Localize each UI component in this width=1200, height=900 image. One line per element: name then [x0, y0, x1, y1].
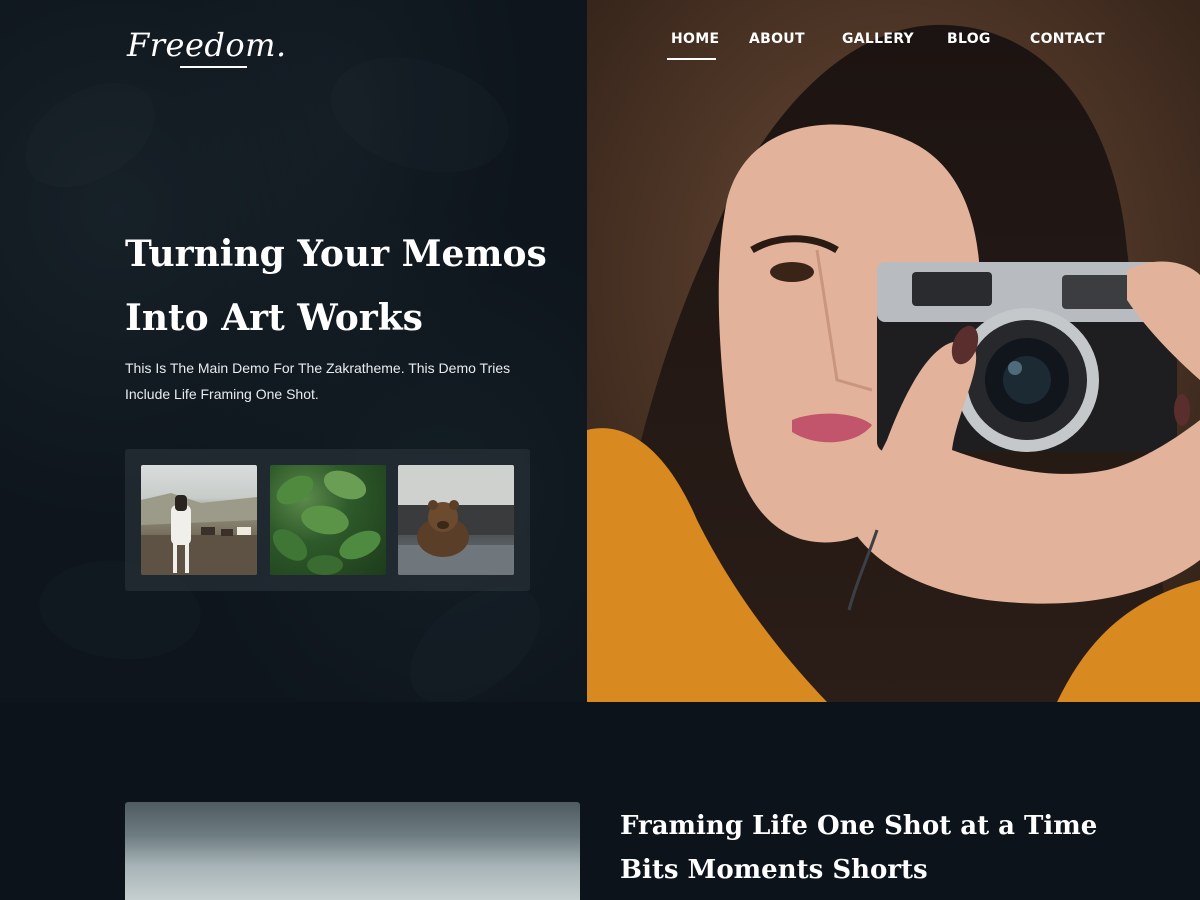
hero-title-line-1: Turning Your Memos — [125, 233, 547, 275]
gallery-thumbnails — [125, 449, 530, 591]
nav-item-contact[interactable]: CONTACT — [1030, 31, 1105, 47]
hero-left-panel — [0, 0, 587, 722]
nav-item-home[interactable]: HOME — [671, 31, 719, 47]
background-leaf — [387, 568, 563, 722]
bear-image — [398, 465, 514, 575]
background-leaf — [8, 68, 172, 202]
hero-title-line-2: Into Art Works — [125, 297, 423, 339]
horse-image — [141, 493, 257, 575]
about-title: Framing Life One Shot at a Time Bits Mom… — [620, 804, 1140, 892]
hero-description-line-1: This Is The Main Demo For The Zakratheme… — [125, 360, 511, 376]
logo-underline — [180, 66, 247, 68]
sea-image — [125, 802, 580, 900]
thumbnail-leaves[interactable] — [270, 465, 386, 575]
thumbnail-horses[interactable] — [141, 465, 257, 575]
nav-item-blog[interactable]: BLOG — [947, 31, 991, 47]
about-title-line-1: Framing Life One Shot at a Time — [620, 811, 1098, 841]
woman-with-camera-photo — [587, 0, 1200, 702]
background-leaf — [315, 27, 525, 203]
nav-active-indicator — [667, 58, 716, 60]
nav-item-about[interactable]: ABOUT — [749, 31, 805, 47]
hero-title: Turning Your Memos Into Art Works — [125, 222, 565, 350]
hero-photo — [587, 0, 1200, 702]
main-nav: HOME ABOUT GALLERY BLOG CONTACT — [0, 31, 1200, 51]
leaves-image — [272, 470, 381, 575]
nav-item-gallery[interactable]: GALLERY — [842, 31, 914, 47]
thumbnail-bear[interactable] — [398, 465, 514, 575]
hero-description-line-2: Include Life Framing One Shot. — [125, 386, 319, 402]
about-title-line-2: Bits Moments Shorts — [620, 855, 928, 885]
hero-description: This Is The Main Demo For The Zakratheme… — [125, 355, 545, 407]
